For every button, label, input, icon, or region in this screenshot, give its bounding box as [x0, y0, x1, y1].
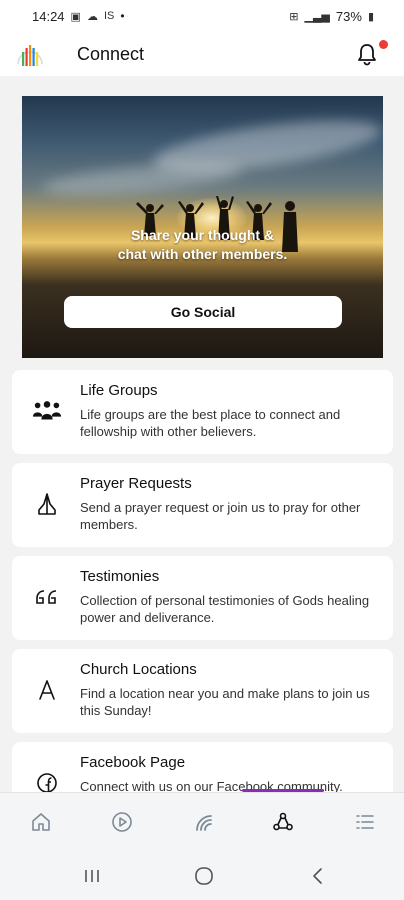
card-description: Find a location near you and make plans … [80, 686, 370, 718]
menu-list-icon[interactable] [352, 809, 378, 835]
go-social-banner: Share your thought & chat with other mem… [22, 96, 383, 358]
page-title: Connect [77, 44, 145, 64]
card-title: Church Locations [80, 661, 197, 678]
status-time: 14:24 [32, 8, 65, 24]
play-icon[interactable] [109, 809, 135, 835]
go-social-button[interactable]: Go Social [64, 296, 342, 328]
battery-icon: ▮ [367, 10, 374, 23]
hero-line-2: chat with other members. [117, 246, 288, 262]
card-title: Life Groups [80, 382, 158, 399]
hero-caption: Share your thought & chat with other mem… [22, 226, 383, 264]
cloud-icon: ☁ [86, 10, 98, 23]
card-description: Life groups are the best place to connec… [80, 407, 341, 439]
card-description: Collection of personal testimonies of Go… [80, 593, 370, 625]
card-title: Prayer Requests [80, 475, 192, 492]
bell-icon[interactable] [356, 42, 378, 66]
status-bar: 14:24 ▣ ☁ IS • ⊞ ▁▃▅ 73% ▮ [0, 0, 404, 32]
status-dot: • [120, 9, 125, 23]
battery-percent: 73% [335, 8, 362, 24]
card-testimonies[interactable]: Testimonies Collection of personal testi… [12, 556, 393, 640]
broadcast-icon[interactable] [190, 809, 216, 835]
praying-hands-icon [32, 491, 62, 517]
church-logo-icon[interactable] [14, 38, 46, 70]
hero-line-1: Share your thought & [130, 227, 275, 243]
home-icon[interactable] [28, 809, 54, 835]
card-church-locations[interactable]: Church Locations Find a location near yo… [12, 649, 393, 733]
signal-icon: ▁▃▅ [304, 10, 330, 23]
facebook-icon [32, 770, 62, 792]
active-tab-indicator [242, 789, 324, 792]
connect-icon[interactable] [270, 809, 296, 835]
recents-icon[interactable] [82, 866, 102, 886]
quote-icon [32, 584, 62, 610]
back-icon[interactable] [308, 866, 328, 886]
home-circle-icon[interactable] [194, 866, 214, 886]
notification-dot [379, 40, 388, 49]
connect-content[interactable]: Share your thought & chat with other mem… [0, 76, 404, 792]
bottom-navigation [0, 789, 404, 850]
card-description: Connect with us on our Facebook communit… [80, 779, 343, 792]
people-group-icon [32, 398, 62, 424]
system-navigation-bar [0, 850, 404, 900]
app-header: Connect [0, 32, 404, 76]
hero-cloud [41, 157, 243, 201]
card-description: Send a prayer request or join us to pray… [80, 500, 361, 532]
wifi-icon: ⊞ [289, 10, 299, 23]
card-title: Testimonies [80, 568, 160, 585]
card-title: Facebook Page [80, 754, 186, 771]
card-facebook-page[interactable]: Facebook Page Connect with us on our Fac… [12, 742, 393, 792]
carrier-label: IS [103, 10, 115, 22]
location-icon [32, 677, 62, 703]
card-prayer-requests[interactable]: Prayer Requests Send a prayer request or… [12, 463, 393, 547]
card-life-groups[interactable]: Life Groups Life groups are the best pla… [12, 370, 393, 454]
gallery-icon: ▣ [70, 10, 81, 23]
